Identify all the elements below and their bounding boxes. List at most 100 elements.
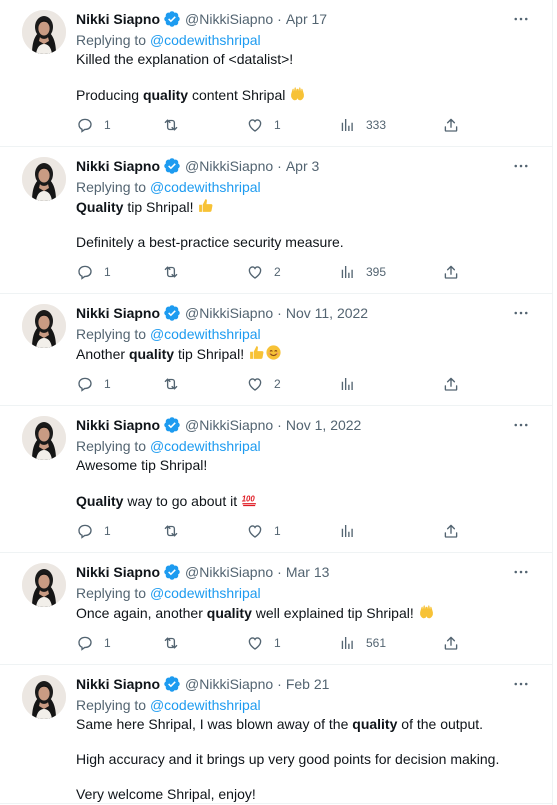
smiling-face-emoji [265,344,282,361]
like-button[interactable]: 2 [246,375,281,393]
retweet-button[interactable] [162,375,190,393]
author-handle[interactable]: @NikkiSiapno [185,157,273,175]
like-count: 1 [274,118,281,132]
reply-tweet[interactable]: Nikki Siapno @NikkiSiapno · Nov 11, 2022 Rep… [0,294,552,406]
reply-tweet[interactable]: Nikki Siapno @NikkiSiapno · Apr 3 Replying t… [0,147,552,294]
share-button[interactable] [442,634,460,652]
like-button[interactable]: 1 [246,116,281,134]
reply-button[interactable]: 1 [76,116,111,134]
retweet-icon [162,634,180,652]
hundred-points-emoji: 100 [241,491,258,508]
views-button[interactable]: 395 [338,263,386,281]
reply-tweet[interactable]: Nikki Siapno @NikkiSiapno · Feb 21 Replying … [0,665,552,804]
more-options-button[interactable] [512,10,530,28]
author-name[interactable]: Nikki Siapno [76,304,160,322]
views-count: 333 [366,118,387,132]
author-handle[interactable]: @NikkiSiapno [185,675,273,693]
heart-icon [246,375,264,393]
share-button[interactable] [442,522,460,540]
tweet-actions: 12 [76,369,536,405]
author-handle[interactable]: @NikkiSiapno [185,563,273,581]
author-name[interactable]: Nikki Siapno [76,10,160,28]
more-options-button[interactable] [512,157,530,175]
author-name[interactable]: Nikki Siapno [76,416,160,434]
tweet-date[interactable]: Nov 1, 2022 [286,416,362,434]
share-button[interactable] [442,116,460,134]
more-options-button[interactable] [512,304,530,322]
reply-tweet[interactable]: Nikki Siapno @NikkiSiapno · Nov 1, 2022 Repl… [0,406,552,553]
retweet-button[interactable] [162,522,190,540]
share-button[interactable] [442,263,460,281]
replying-to-mention-link[interactable]: @codewithshripal [150,697,261,713]
like-count: 2 [274,377,281,391]
highlighted-term: quality [142,87,189,103]
views-button[interactable] [338,522,366,540]
avatar[interactable] [22,157,66,201]
svg-text:100: 100 [242,495,256,504]
avatar[interactable] [22,10,66,54]
retweet-icon [162,375,180,393]
tweet-date[interactable]: Apr 3 [286,157,319,175]
tweet-text: Quality tip Shripal! Definitely a best-p… [76,197,536,251]
reply-button[interactable]: 1 [76,634,111,652]
reply-icon [76,375,94,393]
reply-count: 1 [104,377,111,391]
more-options-button[interactable] [512,563,530,581]
separator-dot: · [277,305,282,321]
reply-button[interactable]: 1 [76,522,111,540]
views-button[interactable] [338,375,366,393]
avatar[interactable] [22,304,66,348]
more-options-button[interactable] [512,416,530,434]
author-name[interactable]: Nikki Siapno [76,563,160,581]
author-handle[interactable]: @NikkiSiapno [185,10,273,28]
tweet-date[interactable]: Feb 21 [286,675,330,693]
highlighted-term: quality [128,346,175,362]
reply-tweet[interactable]: Nikki Siapno @NikkiSiapno · Mar 13 Replying … [0,553,552,665]
text-run: Very welcome Shripal, enjoy! [76,786,256,802]
tweet-text-line: High accuracy and it brings up very good… [76,750,536,768]
reply-button[interactable]: 1 [76,375,111,393]
replying-to: Replying to @codewithshripal [76,30,536,50]
like-button[interactable]: 2 [246,263,281,281]
share-icon [442,634,460,652]
avatar[interactable] [22,563,66,607]
author-handle[interactable]: @NikkiSiapno [185,304,273,322]
more-dots-icon [512,304,530,322]
replying-to-mention-link[interactable]: @codewithshripal [150,585,261,601]
more-options-button[interactable] [512,675,530,693]
author-name[interactable]: Nikki Siapno [76,675,160,693]
replying-to-mention-link[interactable]: @codewithshripal [150,326,261,342]
like-count: 1 [274,636,281,650]
separator-dot: · [277,158,282,174]
reply-button[interactable]: 1 [76,263,111,281]
avatar[interactable] [22,416,66,460]
views-button[interactable]: 333 [338,116,386,134]
retweet-button[interactable] [162,634,190,652]
author-handle[interactable]: @NikkiSiapno [185,416,273,434]
replying-to-mention-link[interactable]: @codewithshripal [150,438,261,454]
like-button[interactable]: 1 [246,634,281,652]
like-button[interactable]: 1 [246,522,281,540]
verified-badge-icon [163,10,181,28]
share-icon [442,116,460,134]
views-button[interactable]: 561 [338,634,386,652]
tweet-actions: 11 [76,516,536,552]
tweet-date[interactable]: Apr 17 [286,10,327,28]
avatar[interactable] [22,675,66,719]
tweet-date[interactable]: Nov 11, 2022 [286,304,368,322]
reply-tweet[interactable]: Nikki Siapno @NikkiSiapno · Apr 17 Replying … [0,0,552,147]
tweet-text: Same here Shripal, I was blown away of t… [76,715,536,803]
analytics-icon [338,634,356,652]
replying-to-mention-link[interactable]: @codewithshripal [150,179,261,195]
tweet-date[interactable]: Mar 13 [286,563,330,581]
highlighted-term: quality [352,716,398,732]
reply-icon [76,116,94,134]
tweet-text-line: Producing quality content Shripal [76,85,536,104]
author-name[interactable]: Nikki Siapno [76,157,160,175]
retweet-button[interactable] [162,263,190,281]
retweet-button[interactable] [162,116,190,134]
text-run: Same here Shripal, I was blown away of t… [76,716,353,732]
tweet-text: Once again, another quality well explain… [76,603,536,622]
replying-to-mention-link[interactable]: @codewithshripal [150,32,261,48]
share-button[interactable] [442,375,460,393]
